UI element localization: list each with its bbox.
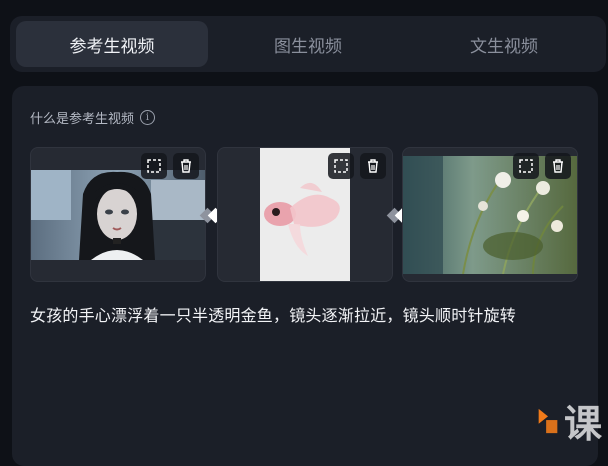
crop-icon[interactable]: [513, 153, 539, 179]
crop-icon[interactable]: [141, 153, 167, 179]
section-title: 什么是参考生视频: [30, 112, 135, 127]
trash-icon[interactable]: [360, 153, 386, 179]
section-header: 什么是参考生视频 i: [30, 108, 156, 127]
tab-image-to-video[interactable]: 图生视频: [212, 21, 404, 67]
reference-image-card-1[interactable]: [30, 147, 206, 282]
crop-icon[interactable]: [328, 153, 354, 179]
trash-icon[interactable]: [545, 153, 571, 179]
reference-image-card-3[interactable]: [402, 147, 578, 282]
prompt-text[interactable]: 女孩的手心漂浮着一只半透明金鱼，镜头逐渐拉近，镜头顺时针旋转: [30, 302, 590, 326]
mode-tabs: 参考生视频 图生视频 文生视频: [10, 16, 606, 72]
tab-reference-video[interactable]: 参考生视频: [16, 21, 208, 67]
reference-panel: 什么是参考生视频 i 女孩的手心漂浮着一只半透明金鱼，镜头逐渐拉近，镜头顺时针旋…: [12, 86, 598, 466]
tab-text-to-video[interactable]: 文生视频: [408, 21, 600, 67]
reference-image-card-2[interactable]: [217, 147, 393, 282]
logo-mark-icon: [538, 408, 558, 433]
watermark-text: 课: [563, 402, 602, 446]
girl-portrait-image: [31, 170, 205, 260]
info-icon[interactable]: i: [140, 110, 156, 125]
trash-icon[interactable]: [173, 153, 199, 179]
watermark-logo: 课: [536, 393, 602, 448]
